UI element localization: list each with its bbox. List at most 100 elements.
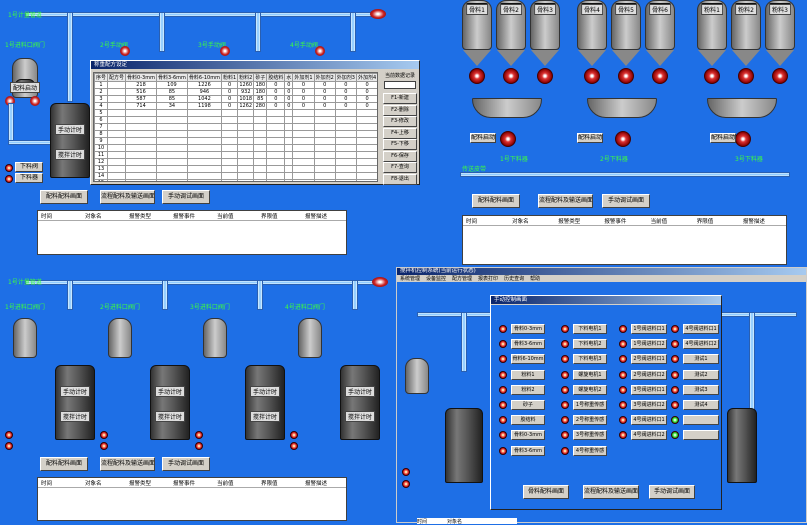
table-cell[interactable]: 0 bbox=[266, 88, 286, 96]
manual-screen-button[interactable]: 手动调试画面 bbox=[162, 457, 210, 471]
table-cell[interactable] bbox=[107, 81, 127, 89]
table-cell[interactable] bbox=[292, 116, 315, 124]
table-cell[interactable] bbox=[292, 109, 315, 117]
table-cell[interactable]: 0 bbox=[334, 95, 357, 103]
table-cell[interactable] bbox=[237, 116, 255, 124]
table-cell[interactable] bbox=[125, 165, 157, 173]
table-cell[interactable]: 10 bbox=[94, 144, 109, 152]
table-cell[interactable] bbox=[355, 116, 377, 124]
table-cell[interactable]: 1018 bbox=[237, 95, 255, 103]
table-cell[interactable] bbox=[125, 130, 157, 138]
manual-toggle-button[interactable]: 2号阀进料口2 bbox=[631, 369, 667, 380]
table-cell[interactable] bbox=[355, 109, 377, 117]
manual-toggle-button[interactable]: 4号阀进料口1 bbox=[631, 415, 667, 426]
table-cell[interactable] bbox=[284, 109, 294, 117]
table-cell[interactable]: 0 bbox=[313, 95, 336, 103]
table-cell[interactable] bbox=[253, 123, 268, 131]
table-cell[interactable] bbox=[107, 109, 127, 117]
alarm-log[interactable]: 时间 对象名 报警类型 报警事件 当前值 界限值 报警描述 bbox=[37, 210, 347, 255]
table-cell[interactable] bbox=[313, 144, 336, 152]
table-cell[interactable]: 12 bbox=[94, 158, 109, 166]
table-cell[interactable]: 1262 bbox=[237, 102, 255, 110]
table-cell[interactable] bbox=[266, 137, 286, 145]
table-cell[interactable] bbox=[186, 137, 222, 145]
table-cell[interactable] bbox=[125, 109, 157, 117]
table-cell[interactable] bbox=[313, 158, 336, 166]
manual-toggle-button[interactable]: 4号称重传感 bbox=[573, 445, 607, 456]
table-cell[interactable] bbox=[107, 88, 127, 96]
recipe-action-button[interactable]: F2-删除 bbox=[383, 104, 417, 116]
manual-toggle-button[interactable]: 下料电机3 bbox=[573, 354, 607, 365]
manual-screen-button[interactable]: 手动调试画面 bbox=[649, 485, 695, 499]
table-cell[interactable] bbox=[266, 172, 286, 180]
table-cell[interactable] bbox=[292, 130, 315, 138]
batching-screen-button[interactable]: 骨料配料画面 bbox=[523, 485, 569, 499]
table-cell[interactable]: 946 bbox=[186, 88, 222, 96]
manual-toggle-button[interactable]: 骨料0-3mm bbox=[511, 324, 545, 334]
manual-toggle-button[interactable] bbox=[683, 415, 719, 426]
feeder-fan-icon[interactable] bbox=[738, 68, 754, 84]
table-cell[interactable]: 0 bbox=[284, 95, 294, 103]
table-cell[interactable] bbox=[313, 151, 336, 159]
table-row[interactable]: 14 bbox=[94, 172, 377, 180]
table-cell[interactable] bbox=[220, 151, 239, 159]
table-cell[interactable]: 0 bbox=[292, 88, 315, 96]
flow-screen-button[interactable]: 流程配料及输送画面 bbox=[583, 485, 639, 499]
table-cell[interactable]: 1198 bbox=[186, 102, 222, 110]
table-cell[interactable]: 0 bbox=[334, 81, 357, 89]
table-cell[interactable] bbox=[237, 130, 255, 138]
table-cell[interactable] bbox=[313, 172, 336, 180]
table-cell[interactable]: 15 bbox=[94, 179, 109, 181]
manual-toggle-button[interactable]: 砂子 bbox=[511, 400, 545, 410]
table-cell[interactable] bbox=[292, 144, 315, 152]
table-cell[interactable] bbox=[334, 172, 357, 180]
table-cell[interactable] bbox=[125, 137, 157, 145]
manual-toggle-button[interactable]: 测试2 bbox=[683, 369, 719, 380]
table-row[interactable]: 4 714 34 1198 0 1262 280 0 0 0 0 0 0 bbox=[94, 102, 377, 110]
table-cell[interactable]: 0 bbox=[292, 81, 315, 89]
table-cell[interactable]: 0 bbox=[284, 102, 294, 110]
end-valve-icon[interactable] bbox=[372, 277, 388, 287]
table-cell[interactable]: 0 bbox=[220, 88, 239, 96]
table-cell[interactable] bbox=[220, 116, 239, 124]
table-cell[interactable] bbox=[266, 130, 286, 138]
table-cell[interactable]: 85 bbox=[155, 88, 188, 96]
manual-toggle-button[interactable]: 4号阀进料口2 bbox=[631, 430, 667, 441]
table-cell[interactable]: 0 bbox=[334, 102, 357, 110]
flow-screen-button[interactable]: 流程配料及输送画面 bbox=[100, 190, 155, 204]
table-cell[interactable] bbox=[220, 137, 239, 145]
gate-valve-icon[interactable] bbox=[220, 46, 230, 56]
table-cell[interactable] bbox=[284, 158, 294, 166]
manual-toggle-button[interactable]: 粉料1 bbox=[511, 369, 545, 380]
table-row[interactable]: 5 bbox=[94, 109, 377, 117]
table-cell[interactable] bbox=[237, 158, 255, 166]
table-cell[interactable] bbox=[186, 144, 222, 152]
start-button[interactable]: 配料启动 bbox=[577, 133, 603, 143]
table-cell[interactable]: 0 bbox=[313, 81, 336, 89]
table-cell[interactable] bbox=[355, 172, 377, 180]
discharge-button[interactable]: 下料器 bbox=[15, 173, 43, 183]
record-field[interactable] bbox=[384, 81, 416, 89]
table-cell[interactable] bbox=[186, 172, 222, 180]
menu-item[interactable]: 报表打印 bbox=[478, 275, 498, 282]
table-cell[interactable] bbox=[220, 179, 239, 181]
footer-log[interactable]: 时间 对象名 bbox=[417, 518, 517, 525]
table-cell[interactable] bbox=[355, 165, 377, 173]
table-cell[interactable] bbox=[155, 137, 188, 145]
table-row[interactable]: 7 bbox=[94, 123, 377, 131]
table-cell[interactable] bbox=[284, 144, 294, 152]
table-cell[interactable] bbox=[266, 179, 286, 181]
table-cell[interactable]: 0 bbox=[266, 81, 286, 89]
manual-toggle-button[interactable]: 3号称重传感 bbox=[573, 430, 607, 441]
table-cell[interactable] bbox=[125, 179, 157, 181]
manual-toggle-button[interactable]: 螺旋电机2 bbox=[573, 384, 607, 395]
feeder-fan-icon[interactable] bbox=[772, 68, 788, 84]
manual-screen-button[interactable]: 手动调试画面 bbox=[162, 190, 210, 204]
table-cell[interactable] bbox=[292, 158, 315, 166]
alarm-log[interactable]: 时间 对象名 报警类型 报警事件 当前值 界限值 报警描述 bbox=[37, 477, 347, 521]
table-cell[interactable] bbox=[107, 116, 127, 124]
table-cell[interactable] bbox=[334, 158, 357, 166]
manual-toggle-button[interactable]: 下料电机1 bbox=[573, 324, 607, 334]
manual-toggle-button[interactable] bbox=[683, 430, 719, 441]
table-cell[interactable] bbox=[186, 165, 222, 173]
